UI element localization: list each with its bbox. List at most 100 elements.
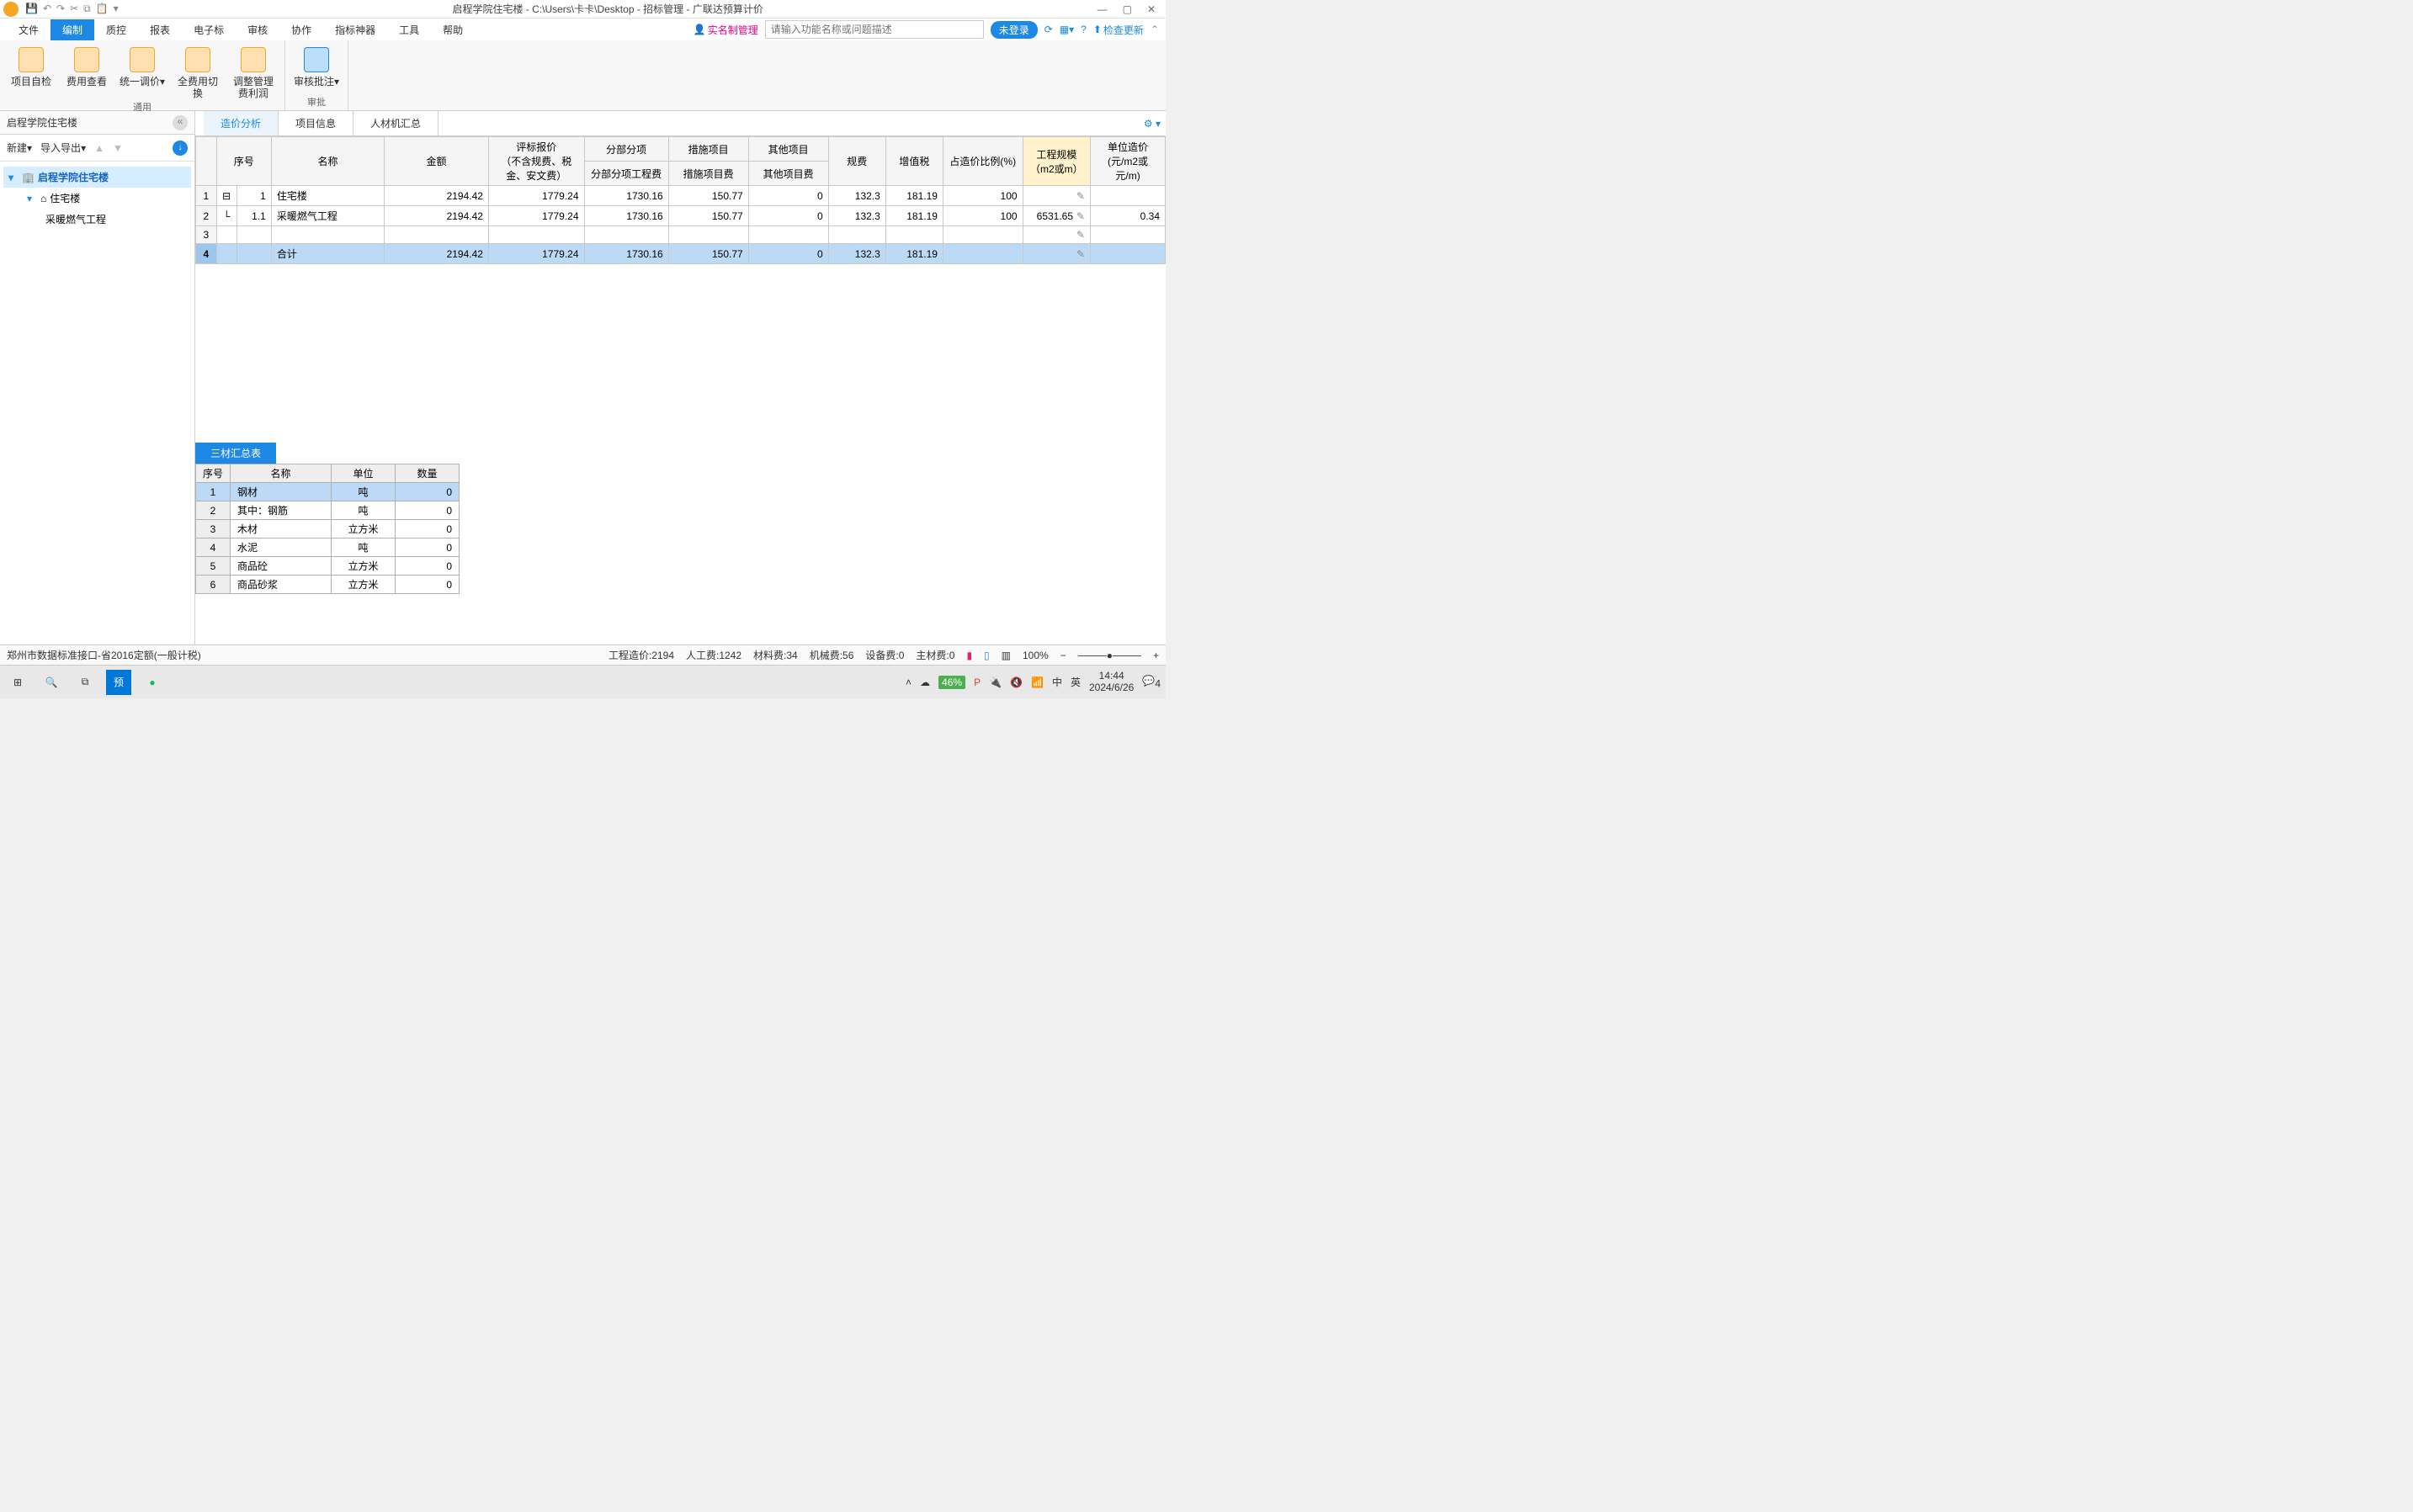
copy-icon[interactable]: ⧉ [83, 3, 91, 15]
view-split-icon[interactable]: ▥ [1002, 650, 1011, 661]
login-button[interactable]: 未登录 [991, 21, 1038, 39]
review-notes-button[interactable]: 审核批注▾ [292, 44, 341, 95]
tray-wifi-icon[interactable]: 📶 [1031, 676, 1044, 688]
collapse-sidebar-icon[interactable]: « [173, 115, 188, 130]
col-qtxm[interactable]: 其他项目费 [748, 162, 828, 186]
menu-report[interactable]: 报表 [138, 19, 182, 40]
battery-icon[interactable]: 46% [938, 676, 965, 689]
table-row[interactable]: 3 [196, 226, 1166, 244]
menu-help[interactable]: 帮助 [431, 19, 475, 40]
tray-onedrive-icon[interactable]: ☁ [920, 676, 930, 688]
col-fbfx-group[interactable]: 分部分项 [584, 137, 668, 162]
table-row[interactable]: 3木材立方米0 [196, 520, 460, 538]
col-fbfx[interactable]: 分部分项工程费 [584, 162, 668, 186]
tray-volume-icon[interactable]: 🔇 [1010, 676, 1023, 688]
col-zzs[interactable]: 增值税 [885, 137, 943, 186]
tab-material-summary[interactable]: 三材汇总表 [195, 443, 276, 464]
paste-icon[interactable]: 📋 [96, 3, 109, 15]
tree-building-node[interactable]: ▾⌂住宅楼 [22, 188, 191, 209]
save-icon[interactable]: 💾 [25, 3, 38, 15]
table-row[interactable]: 5商品砼立方米0 [196, 557, 460, 576]
col-scale[interactable]: 工程规模 （m2或m） [1023, 137, 1091, 186]
minimize-icon[interactable]: — [1098, 3, 1108, 15]
zoom-out-icon[interactable]: − [1060, 650, 1066, 661]
col-qtxm-group[interactable]: 其他项目 [748, 137, 828, 162]
col-seq[interactable]: 序号 [216, 137, 271, 186]
menu-review[interactable]: 审核 [236, 19, 279, 40]
zoom-in-icon[interactable]: + [1153, 650, 1159, 661]
move-down-icon[interactable]: ▼ [113, 142, 123, 154]
collapse-ribbon-icon[interactable]: ⌃ [1151, 24, 1159, 35]
undo-icon[interactable]: ↶ [43, 3, 51, 15]
cut-icon[interactable]: ✂ [70, 3, 78, 15]
redo-icon[interactable]: ↷ [56, 3, 65, 15]
project-selfcheck-button[interactable]: 项目自检 [7, 44, 56, 100]
adjust-profit-button[interactable]: 调整管理费利润 [229, 44, 278, 100]
tab-project-info[interactable]: 项目信息 [279, 111, 353, 135]
col-ratio[interactable]: 占造价比例(%) [943, 137, 1023, 186]
table-row[interactable]: 1 ⊟ 1 住宅楼 2194.42 1779.24 1730.16 150.77… [196, 186, 1166, 206]
tree-root-node[interactable]: ▾🏢启程学院住宅楼 [3, 167, 191, 188]
help-icon[interactable]: ? [1081, 24, 1087, 35]
col-csxm[interactable]: 措施项目费 [668, 162, 748, 186]
search-input[interactable] [765, 20, 984, 39]
bcol-seq[interactable]: 序号 [196, 464, 231, 483]
menu-tool[interactable]: 工具 [387, 19, 431, 40]
download-icon[interactable]: ↓ [173, 141, 188, 156]
ime-en[interactable]: 英 [1071, 675, 1081, 689]
table-row[interactable]: 2其中：钢筋吨0 [196, 501, 460, 520]
tray-power-icon[interactable]: 🔌 [989, 676, 1002, 688]
menu-ebid[interactable]: 电子标 [182, 19, 236, 40]
unify-price-button[interactable]: 统一调价▾ [118, 44, 167, 100]
col-bid[interactable]: 评标报价 （不含规费、税金、安文费） [488, 137, 584, 186]
close-icon[interactable]: ✕ [1147, 3, 1156, 15]
view-single-icon[interactable]: ▯ [984, 650, 990, 661]
tab-labor-material[interactable]: 人材机汇总 [353, 111, 438, 135]
status-chart-icon[interactable]: ▮ [966, 650, 972, 661]
table-row[interactable]: 1钢材吨0 [196, 483, 460, 501]
new-button[interactable]: 新建▾ [7, 141, 32, 155]
search-icon[interactable]: 🔍 [39, 670, 64, 695]
tray-powerpoint-icon[interactable]: P [974, 676, 981, 688]
realname-manage-link[interactable]: 👤实名制管理 [694, 23, 758, 37]
col-amount[interactable]: 金额 [385, 137, 489, 186]
menu-coop[interactable]: 协作 [279, 19, 323, 40]
col-unit[interactable]: 单位造价 (元/m2或元/m) [1091, 137, 1166, 186]
zoom-slider[interactable]: ────●──── [1078, 650, 1141, 661]
table-row[interactable]: 4 合计 2194.42 1779.24 1730.16 150.77 0 13… [196, 244, 1166, 264]
move-up-icon[interactable]: ▲ [94, 142, 104, 154]
col-csxm-group[interactable]: 措施项目 [668, 137, 748, 162]
apps-icon[interactable]: ▦▾ [1060, 24, 1074, 35]
col-name[interactable]: 名称 [271, 137, 384, 186]
menu-index[interactable]: 指标神器 [323, 19, 387, 40]
notification-icon[interactable]: 💬4 [1142, 675, 1161, 689]
ime-cn[interactable]: 中 [1052, 675, 1062, 689]
bcol-name[interactable]: 名称 [231, 464, 332, 483]
tab-cost-analysis[interactable]: 造价分析 [204, 111, 279, 135]
taskview-icon[interactable]: ⧉ [72, 670, 98, 695]
maximize-icon[interactable]: ▢ [1123, 3, 1132, 15]
import-export-button[interactable]: 导入导出▾ [40, 141, 86, 155]
table-row[interactable]: 6商品砂浆立方米0 [196, 576, 460, 594]
bcol-unit[interactable]: 单位 [332, 464, 396, 483]
menu-edit[interactable]: 编制 [50, 19, 94, 40]
tray-chevron-icon[interactable]: ˄ [906, 676, 912, 688]
bcol-qty[interactable]: 数量 [396, 464, 460, 483]
tree-heating-node[interactable]: 采暖燃气工程 [40, 209, 191, 230]
col-gf[interactable]: 规费 [828, 137, 885, 186]
sync-icon[interactable]: ⟳ [1044, 24, 1053, 35]
menu-file[interactable]: 文件 [7, 19, 50, 40]
table-row[interactable]: 4水泥吨0 [196, 538, 460, 557]
menu-cost[interactable]: 质控 [94, 19, 138, 40]
check-update-link[interactable]: ⬆检查更新 [1093, 23, 1144, 37]
main-grid[interactable]: 序号 名称 金额 评标报价 （不含规费、税金、安文费） 分部分项 措施项目 其他… [195, 136, 1166, 264]
cost-view-button[interactable]: 费用查看 [62, 44, 111, 100]
fullcost-switch-button[interactable]: 全费用切换 [173, 44, 222, 100]
clock[interactable]: 14:442024/6/26 [1089, 671, 1134, 692]
start-icon[interactable]: ⊞ [5, 670, 30, 695]
taskbar-app-icon[interactable]: 预 [106, 670, 131, 695]
wechat-icon[interactable]: ● [140, 670, 165, 695]
material-grid[interactable]: 序号 名称 单位 数量 1钢材吨02其中：钢筋吨03木材立方米04水泥吨05商品… [195, 464, 460, 594]
table-row[interactable]: 2 └ 1.1 采暖燃气工程 2194.42 1779.24 1730.16 1… [196, 206, 1166, 226]
tab-tools-icon[interactable]: ⚙ ▾ [1144, 118, 1161, 130]
